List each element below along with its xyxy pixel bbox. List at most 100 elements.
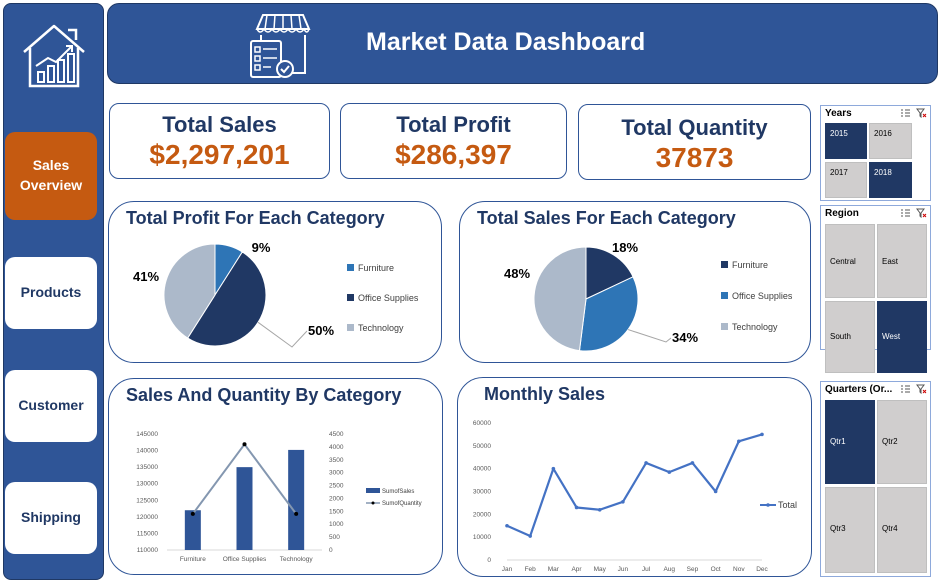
x-tick-label: Nov (733, 566, 745, 573)
y-tick-label: 50000 (473, 443, 491, 450)
x-tick-label: Dec (756, 566, 768, 573)
sidebar-item-customer[interactable]: Customer (5, 370, 97, 442)
slicer-tile-qtr2[interactable]: Qtr2 (877, 400, 927, 484)
clear-filter-icon[interactable] (916, 384, 927, 394)
years-slicer: Years 2015 2016 2017 2018 (820, 105, 931, 201)
x-tick-label: Apr (571, 566, 582, 573)
y-tick-label: 130000 (136, 481, 158, 488)
profit-pie-chart: 9% 50% 41% Furniture Office Supplies Technolo… (133, 240, 419, 348)
multi-select-icon[interactable] (900, 384, 911, 394)
monthly-sales-card: Monthly Sales 60000 50000 40000 30000 20000 1… (457, 377, 812, 577)
sidebar-item-sales-overview[interactable]: Sales Overview (5, 132, 97, 220)
storefront-checklist-icon (250, 14, 311, 78)
line-point (242, 442, 247, 447)
slicer-tile-2018[interactable]: 2018 (869, 162, 912, 198)
legend-swatch (366, 488, 380, 493)
multi-select-icon[interactable] (900, 108, 911, 118)
line-point (597, 507, 602, 512)
line-point (574, 505, 579, 510)
y-tick-label: 140000 (136, 448, 158, 455)
sales-by-category-card: Total Sales For Each Category 18% 34% 48% F… (459, 201, 811, 363)
slicer-tile-east[interactable]: East (877, 224, 927, 298)
line-point (190, 511, 195, 516)
kpi-total-quantity: Total Quantity 37873 (578, 104, 811, 180)
multi-select-icon[interactable] (900, 208, 911, 218)
sidebar-item-products[interactable]: Products (5, 257, 97, 329)
y2-tick-label: 2000 (329, 495, 344, 502)
kpi-value: $286,397 (395, 139, 512, 170)
line-point (621, 499, 625, 504)
y2-tick-label: 4500 (329, 431, 344, 438)
legend-label: SumofQuantity (382, 501, 422, 507)
y2-tick-label: 3000 (329, 470, 344, 477)
y-tick-label: 135000 (136, 464, 158, 471)
y-tick-label: 110000 (137, 547, 159, 554)
line-point (528, 534, 532, 538)
data-label: 50% (308, 323, 334, 338)
slicer-tile-label: East (882, 257, 899, 266)
bar (184, 510, 201, 550)
legend-label: Office Supplies (358, 293, 419, 303)
line-point (690, 461, 695, 465)
y-tick-label: 125000 (136, 497, 158, 504)
data-label: 48% (504, 266, 530, 281)
page-title: Market Data Dashboard (366, 28, 646, 56)
line-point (551, 466, 556, 471)
slicer-tile-2015[interactable]: 2015 (825, 123, 867, 159)
y-tick-label: 115000 (137, 530, 159, 537)
slicer-tile-west[interactable]: West (877, 301, 927, 373)
x-tick-label: Mar (548, 566, 560, 573)
line-point (644, 461, 648, 465)
y2-tick-label: 4000 (329, 444, 344, 451)
sidebar-item-label: Overview (19, 177, 83, 193)
clear-filter-icon[interactable] (916, 108, 927, 118)
y-tick-label: 10000 (473, 534, 491, 541)
slicer-tile-qtr3[interactable]: Qtr3 (825, 487, 875, 573)
clear-filter-icon[interactable] (916, 208, 927, 218)
sidebar-item-label: Shipping (21, 509, 81, 526)
legend-swatch (347, 324, 354, 331)
slicer-tile-qtr4[interactable]: Qtr4 (877, 487, 927, 573)
kpi-value: $2,297,201 (149, 139, 290, 170)
monthly-sales-line-chart: 60000 50000 40000 30000 20000 10000 0 Jan Feb Mar… (473, 420, 797, 573)
slicer-tile-central[interactable]: Central (825, 224, 875, 298)
x-tick-label: Aug (663, 566, 675, 573)
y2-tick-label: 1000 (329, 521, 344, 528)
pie-slice (533, 246, 587, 352)
bar (288, 449, 305, 550)
y2-tick-label: 1500 (329, 508, 344, 515)
slicer-tile-label: 2017 (830, 168, 848, 177)
x-tick-label: Feb (525, 566, 537, 573)
y-tick-label: 40000 (473, 466, 491, 473)
slicer-tile-label: 2015 (830, 129, 848, 138)
sidebar-item-shipping[interactable]: Shipping (5, 482, 97, 554)
slicer-tile-label: Qtr3 (830, 524, 846, 533)
y-tick-label: 120000 (136, 514, 158, 521)
line-point (505, 523, 509, 528)
slicer-title: Years (825, 108, 852, 119)
slicer-tile-2017[interactable]: 2017 (825, 162, 867, 198)
data-label: 9% (252, 240, 271, 255)
x-tick-label: Office Supplies (223, 556, 267, 563)
line-point (294, 511, 299, 516)
legend-label: Furniture (358, 263, 394, 273)
slicer-tile-qtr1[interactable]: Qtr1 (825, 400, 875, 484)
legend-swatch (347, 294, 354, 301)
line-point (737, 439, 741, 444)
slicer-tile-south[interactable]: South (825, 301, 875, 373)
slicer-title: Quarters (Or... (825, 384, 893, 395)
kpi-label: Total Sales (162, 112, 277, 137)
slicer-tile-2016[interactable]: 2016 (869, 123, 912, 159)
y-tick-label: 20000 (473, 511, 491, 518)
leader-line (627, 329, 672, 343)
x-tick-label: Furniture (180, 556, 206, 563)
x-tick-label: Sep (687, 566, 699, 573)
kpi-total-profit: Total Profit $286,397 (340, 103, 567, 179)
slicer-tile-label: Central (830, 257, 856, 266)
legend-swatch (347, 264, 354, 271)
y2-tick-label: 2500 (329, 483, 344, 490)
data-label: 18% (612, 240, 638, 255)
legend-label: Furniture (732, 260, 768, 270)
kpi-value: 37873 (655, 142, 734, 173)
data-label: 41% (133, 269, 159, 284)
